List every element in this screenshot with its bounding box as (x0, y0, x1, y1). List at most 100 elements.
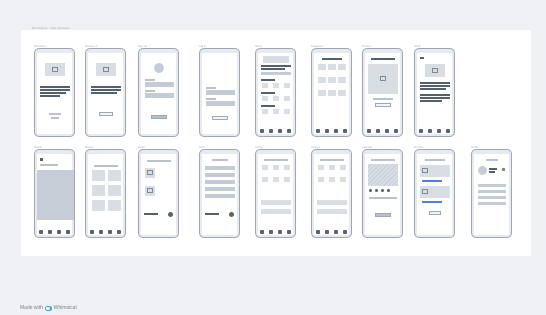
grid-tile[interactable] (284, 83, 290, 88)
grid-tile[interactable] (262, 109, 268, 114)
grid-tile[interactable] (273, 83, 279, 88)
item-card[interactable] (92, 200, 105, 211)
grid-tile[interactable] (329, 165, 335, 170)
wireframe-canvas[interactable]: Welcome 1 Welcome 2 Sign Up Log In Home … (21, 30, 531, 256)
item-card[interactable] (108, 170, 121, 181)
grid-tile[interactable] (340, 177, 346, 182)
profile-icon[interactable] (342, 129, 347, 133)
grid-tile[interactable] (284, 165, 290, 170)
grid-tile[interactable] (262, 96, 268, 101)
username-field[interactable] (206, 90, 235, 95)
profile-icon[interactable] (286, 129, 291, 133)
category-tile[interactable] (318, 64, 326, 70)
phone-frame-categories[interactable] (311, 48, 352, 137)
profile-icon[interactable] (286, 230, 291, 234)
grid-tile[interactable] (273, 177, 279, 182)
cart-icon[interactable] (107, 230, 112, 234)
search-icon[interactable] (40, 158, 43, 161)
grid-tile[interactable] (284, 177, 290, 182)
email-field[interactable] (145, 93, 174, 98)
phone-frame-home[interactable] (255, 48, 296, 137)
form-field[interactable] (205, 173, 235, 177)
phone-frame-article[interactable] (414, 48, 455, 137)
cart-icon[interactable] (168, 212, 173, 217)
phone-frame-product[interactable] (362, 48, 403, 137)
home-icon[interactable] (90, 230, 95, 234)
category-tile[interactable] (318, 90, 326, 96)
log-in-button[interactable] (212, 116, 228, 120)
menu-row[interactable] (478, 196, 506, 199)
search-icon[interactable] (269, 230, 274, 234)
item-card[interactable] (108, 185, 121, 196)
profile-icon[interactable] (116, 230, 121, 234)
grid-tile[interactable] (262, 83, 268, 88)
phone-frame-sign-up[interactable] (138, 48, 179, 137)
category-tile[interactable] (338, 64, 346, 70)
profile-icon[interactable] (393, 129, 398, 133)
cart-icon[interactable] (56, 230, 61, 234)
grid-tile[interactable] (284, 109, 290, 114)
category-tile[interactable] (338, 77, 346, 83)
phone-frame-form[interactable] (199, 149, 240, 238)
search-icon[interactable] (428, 129, 433, 133)
home-icon[interactable] (260, 129, 265, 133)
category-tile[interactable] (328, 90, 336, 96)
calendar-grid[interactable] (368, 164, 398, 186)
phone-frame-listing[interactable] (255, 149, 296, 238)
back-icon[interactable] (420, 57, 424, 59)
grid-tile[interactable] (329, 177, 335, 182)
search-icon[interactable] (325, 129, 330, 133)
phone-frame-welcome-2[interactable] (85, 48, 126, 137)
next-button[interactable] (99, 112, 113, 116)
search-input[interactable] (261, 72, 291, 75)
search-icon[interactable] (269, 129, 274, 133)
footer-brand[interactable]: Whimsical (54, 305, 77, 311)
edit-icon[interactable] (502, 168, 505, 171)
option-radio[interactable] (387, 189, 390, 192)
home-icon[interactable] (367, 129, 372, 133)
phone-frame-welcome-1[interactable] (34, 48, 75, 137)
password-field[interactable] (206, 101, 235, 106)
profile-icon[interactable] (342, 230, 347, 234)
sign-up-button[interactable] (151, 115, 167, 119)
cart-icon[interactable] (333, 230, 338, 234)
phone-frame-listing-2[interactable] (311, 149, 352, 238)
cart-icon[interactable] (277, 230, 282, 234)
more-button[interactable] (429, 211, 441, 215)
search-icon[interactable] (325, 230, 330, 234)
skip-link[interactable] (51, 117, 59, 119)
profile-icon[interactable] (445, 129, 450, 133)
option-radio[interactable] (381, 189, 384, 192)
form-field[interactable] (205, 187, 235, 191)
form-field[interactable] (205, 180, 235, 184)
name-field[interactable] (145, 82, 174, 87)
phone-frame-profile[interactable] (471, 149, 512, 238)
grid-tile[interactable] (284, 96, 290, 101)
item-card[interactable] (92, 170, 105, 181)
home-icon[interactable] (260, 230, 265, 234)
form-field[interactable] (205, 194, 235, 198)
cart-icon[interactable] (333, 129, 338, 133)
search-icon[interactable] (376, 129, 381, 133)
menu-row[interactable] (478, 190, 506, 193)
option-radio[interactable] (369, 189, 372, 192)
home-icon[interactable] (316, 129, 321, 133)
category-tile[interactable] (328, 64, 336, 70)
grid-tile[interactable] (273, 109, 279, 114)
grid-tile[interactable] (318, 177, 324, 182)
phone-frame-search[interactable] (34, 149, 75, 238)
grid-tile[interactable] (262, 165, 268, 170)
search-icon[interactable] (99, 230, 104, 234)
item-card[interactable] (92, 185, 105, 196)
grid-tile[interactable] (273, 165, 279, 170)
category-tile[interactable] (318, 77, 326, 83)
home-icon[interactable] (419, 129, 424, 133)
home-icon[interactable] (316, 230, 321, 234)
category-tile[interactable] (338, 90, 346, 96)
phone-frame-reviews[interactable] (414, 149, 455, 238)
phone-frame-log-in[interactable] (199, 48, 240, 137)
book-button[interactable] (375, 213, 391, 217)
home-icon[interactable] (39, 230, 44, 234)
grid-tile[interactable] (262, 177, 268, 182)
grid-tile[interactable] (340, 165, 346, 170)
